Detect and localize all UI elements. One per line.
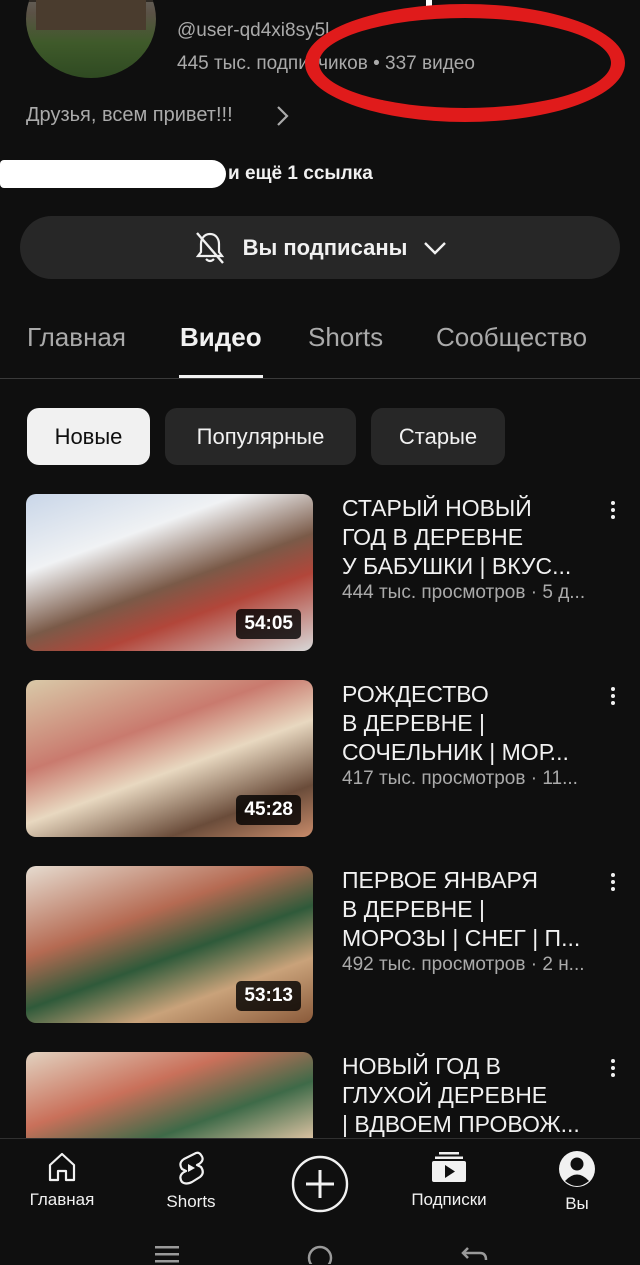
redacted-link (0, 160, 226, 188)
tabs-divider (0, 378, 640, 379)
chevron-right-icon[interactable] (272, 104, 294, 128)
nav-shorts[interactable]: Shorts (131, 1150, 251, 1212)
video-duration: 54:05 (236, 609, 301, 639)
nav-label: Подписки (411, 1190, 487, 1209)
chip-oldest[interactable]: Старые (371, 408, 505, 465)
tab-home[interactable]: Главная (27, 322, 126, 353)
red-circle-annotation (305, 4, 625, 122)
video-thumbnail[interactable]: 45:28 (26, 680, 313, 837)
video-thumbnail[interactable]: 54:05 (26, 494, 313, 651)
video-thumbnail[interactable]: 53:13 (26, 866, 313, 1023)
video-meta: 417 тыс. просмотров · 11... (342, 768, 578, 789)
video-thumbnail[interactable] (26, 1052, 313, 1138)
video-duration: 45:28 (236, 795, 301, 825)
bell-off-icon (195, 231, 224, 264)
video-title[interactable]: СТАРЫЙ НОВЫЙ ГОД В ДЕРЕВНЕ У БАБУШКИ | В… (342, 494, 597, 581)
more-options-icon[interactable] (604, 1056, 622, 1082)
nav-you[interactable]: Вы (517, 1150, 637, 1214)
subscriptions-icon (432, 1152, 466, 1182)
chip-newest[interactable]: Новые (27, 408, 150, 465)
home-button-icon[interactable] (306, 1240, 334, 1264)
video-title[interactable]: ПЕРВОЕ ЯНВАРЯ В ДЕРЕВНЕ | МОРОЗЫ | СНЕГ … (342, 866, 597, 953)
tab-shorts[interactable]: Shorts (308, 322, 383, 353)
video-meta: 492 тыс. просмотров · 2 н... (342, 954, 585, 975)
back-icon[interactable] (460, 1240, 488, 1264)
more-options-icon[interactable] (604, 870, 622, 896)
subscribed-button[interactable]: Вы подписаны (20, 216, 620, 279)
more-links[interactable]: и ещё 1 ссылка (228, 163, 373, 185)
more-options-icon[interactable] (604, 498, 622, 524)
nav-create[interactable] (260, 1154, 380, 1214)
chip-popular[interactable]: Популярные (165, 408, 356, 465)
subscribed-label: Вы подписаны (242, 234, 408, 260)
more-options-icon[interactable] (604, 684, 622, 710)
channel-description[interactable]: Друзья, всем привет!!! (26, 104, 233, 127)
channel-avatar[interactable] (26, 0, 156, 78)
create-icon (291, 1155, 349, 1213)
nav-subscriptions[interactable]: Подписки (389, 1150, 509, 1210)
video-title[interactable]: РОЖДЕСТВО В ДЕРЕВНЕ | СОЧЕЛЬНИК | МОР... (342, 680, 597, 767)
shorts-icon (179, 1151, 204, 1185)
nav-label: Главная (29, 1190, 95, 1209)
home-icon (48, 1152, 76, 1182)
nav-label: Shorts (166, 1192, 216, 1211)
profile-icon (559, 1151, 595, 1187)
tab-community[interactable]: Сообщество (436, 322, 587, 353)
menu-icon[interactable] (154, 1240, 180, 1264)
chevron-down-icon (424, 241, 447, 255)
video-title[interactable]: НОВЫЙ ГОД В ГЛУХОЙ ДЕРЕВНЕ | ВДВОЕМ ПРОВ… (342, 1052, 597, 1138)
video-meta: 444 тыс. просмотров · 5 д... (342, 582, 586, 603)
video-duration: 53:13 (236, 981, 301, 1011)
tab-videos[interactable]: Видео (180, 322, 262, 353)
nav-home[interactable]: Главная (2, 1150, 122, 1210)
nav-label: Вы (565, 1194, 589, 1213)
channel-handle: @user-qd4xi8sy5l (177, 20, 330, 41)
